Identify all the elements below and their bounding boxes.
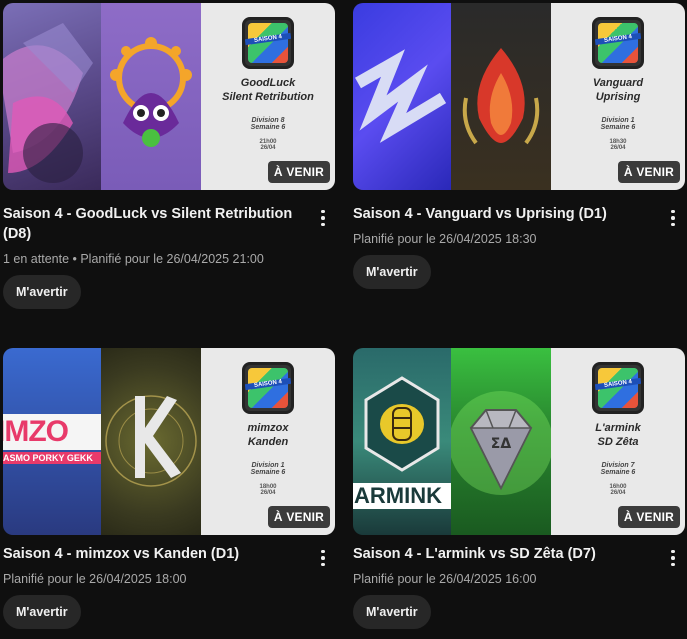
season-logo: SAISON 4 [242,362,294,414]
video-thumbnail[interactable]: IMZO ASMO PORKY GEKK SAISON 4 mimzox Kan… [3,348,335,535]
thumb-week: Semaine 6 [250,469,286,476]
team2-art [101,348,201,535]
team1-art: IMZO ASMO PORKY GEKK [3,348,101,535]
upcoming-badge: À VENIR [267,161,330,183]
thumb-date: 26/04 [610,145,626,151]
video-meta: Planifié pour le 26/04/2025 18:30 [353,232,537,246]
video-card: ARMINK ΣΔ SAISON 4 L'armink SD Zêta Divi… [353,348,687,629]
thumb-division: Division 7 [601,462,635,469]
video-thumbnail[interactable]: SAISON 4 Vanguard Uprising Division 1 Se… [353,3,685,190]
video-title[interactable]: Saison 4 - L'armink vs SD Zêta (D7) [353,544,687,564]
season-logo: SAISON 4 [592,362,644,414]
thumb-division: Division 8 [251,117,285,124]
season-logo: SAISON 4 [242,17,294,69]
video-title[interactable]: Saison 4 - GoodLuck vs Silent Retributio… [3,204,337,244]
team2-art: ΣΔ [451,348,551,535]
remind-button[interactable]: M'avertir [3,595,81,629]
thumb-division: Division 1 [251,462,285,469]
thumb-team2: Kanden [247,436,289,448]
thumb-team2: SD Zêta [597,436,639,448]
team1-logo: IMZO [3,414,101,450]
team2-art [101,3,201,190]
thumb-week: Semaine 6 [600,124,636,131]
video-card: SAISON 4 Vanguard Uprising Division 1 Se… [353,3,687,289]
thumb-date: 26/04 [260,145,276,151]
more-options-icon[interactable] [663,206,683,230]
video-meta: Planifié pour le 26/04/2025 16:00 [353,572,537,586]
upcoming-badge: À VENIR [617,506,680,528]
team2-art [451,3,551,190]
video-title[interactable]: Saison 4 - Vanguard vs Uprising (D1) [353,204,687,224]
video-title[interactable]: Saison 4 - mimzox vs Kanden (D1) [3,544,337,564]
thumb-team1: L'armink [595,422,641,434]
more-options-icon[interactable] [663,546,683,570]
more-options-icon[interactable] [313,546,333,570]
remind-button[interactable]: M'avertir [353,255,431,289]
thumb-team1: mimzox [247,422,289,434]
thumb-team1: GoodLuck [240,77,296,89]
video-thumbnail[interactable]: SAISON 4 GoodLuck Silent Retribution Div… [3,3,335,190]
upcoming-badge: À VENIR [267,506,330,528]
thumb-division: Division 1 [601,117,635,124]
thumb-week: Semaine 6 [250,124,286,131]
team1-art: ARMINK [353,348,451,535]
more-options-icon[interactable] [313,206,333,230]
thumb-team2: Silent Retribution [222,91,314,103]
team2-logo-text: ΣΔ [491,436,512,452]
remind-button[interactable]: M'avertir [353,595,431,629]
video-thumbnail[interactable]: ARMINK ΣΔ SAISON 4 L'armink SD Zêta Divi… [353,348,685,535]
thumb-date: 26/04 [260,490,276,496]
remind-button[interactable]: M'avertir [3,275,81,309]
season-logo: SAISON 4 [592,17,644,69]
team1-logo-text: ARMINK [353,483,451,509]
video-card: IMZO ASMO PORKY GEKK SAISON 4 mimzox Kan… [3,348,337,629]
team1-logo-sub: ASMO PORKY GEKK [3,452,101,464]
team1-art [353,3,451,190]
video-meta: 1 en attente • Planifié pour le 26/04/20… [3,252,264,266]
thumb-week: Semaine 6 [600,469,636,476]
thumb-team2: Uprising [595,91,641,103]
team1-art [3,3,101,190]
video-card: SAISON 4 GoodLuck Silent Retribution Div… [3,3,337,309]
video-meta: Planifié pour le 26/04/2025 18:00 [3,572,187,586]
upcoming-badge: À VENIR [617,161,680,183]
thumb-team1: Vanguard [592,77,644,89]
thumb-date: 26/04 [610,490,626,496]
